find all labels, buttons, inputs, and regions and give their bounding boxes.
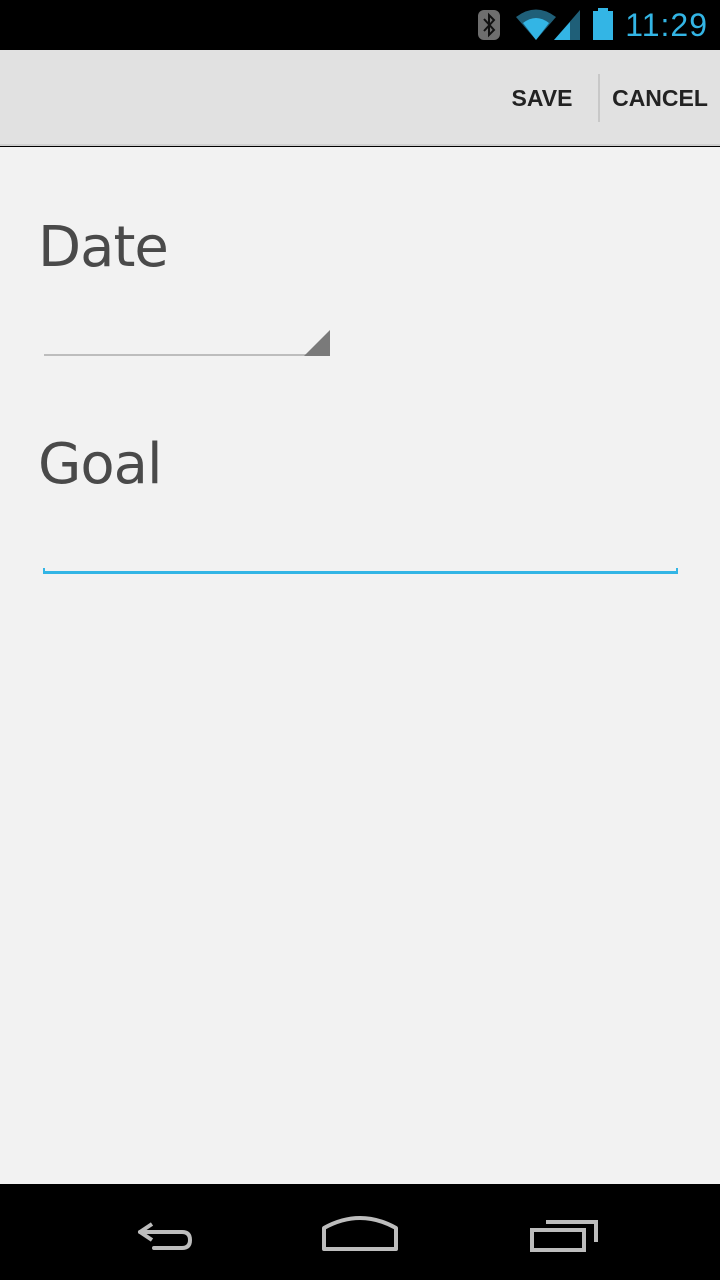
date-spinner-underline — [44, 354, 330, 356]
clock: 11:29 — [625, 7, 708, 43]
recents-icon — [530, 1220, 598, 1252]
cancel-button[interactable]: CANCEL — [606, 50, 714, 146]
save-button[interactable]: SAVE — [494, 50, 590, 146]
back-button[interactable] — [100, 1202, 220, 1262]
battery-icon — [593, 8, 613, 40]
home-button[interactable] — [300, 1202, 420, 1262]
navigation-bar — [0, 1184, 720, 1280]
status-bar: 11:29 — [0, 0, 720, 50]
action-bar: SAVE CANCEL — [0, 50, 720, 146]
action-bar-divider — [598, 74, 600, 122]
form-content: Date Goal — [0, 147, 720, 1184]
back-icon — [138, 1222, 193, 1250]
goal-label: Goal — [38, 432, 163, 497]
home-icon — [322, 1216, 398, 1251]
bluetooth-icon — [478, 10, 500, 40]
goal-input-underline — [43, 568, 678, 574]
recents-button[interactable] — [502, 1202, 622, 1262]
dropdown-triangle-icon — [304, 330, 330, 356]
date-label: Date — [38, 215, 169, 280]
signal-icon — [554, 10, 580, 40]
date-spinner[interactable] — [42, 327, 332, 357]
